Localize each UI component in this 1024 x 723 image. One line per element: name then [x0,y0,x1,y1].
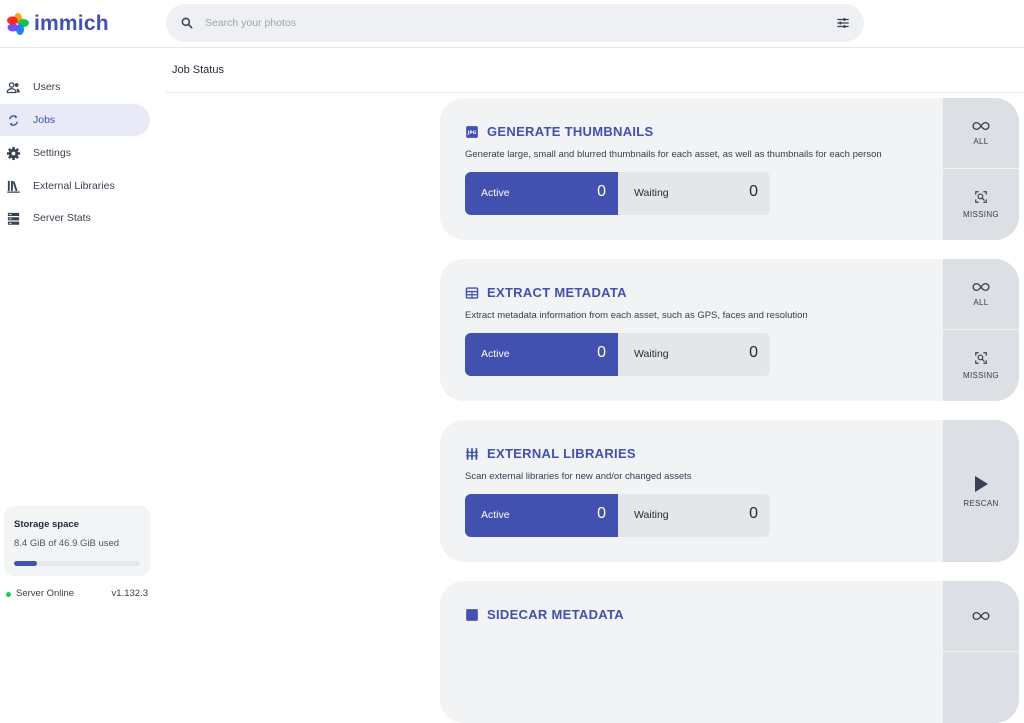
job-title-row: EXTERNAL LIBRARIES [465,446,636,461]
run-all-label: ALL [973,297,989,307]
search-input[interactable] [205,13,825,33]
run-all-label: ALL [973,136,989,146]
job-waiting-counter: Waiting 0 [618,333,770,376]
app-name: immich [34,12,109,35]
sidebar-item-label: Users [33,81,61,93]
job-actions: ALL MISSING [943,259,1019,401]
waiting-count: 0 [749,183,758,200]
gear-icon [6,146,21,161]
job-active-counter: Active 0 [465,333,618,376]
job-title-row: EXTRACT METADATA [465,285,627,300]
active-label: Active [481,509,510,521]
app-logo[interactable]: immich [6,9,109,39]
job-title-row: SIDECAR METADATA [465,607,624,622]
run-missing-label: MISSING [963,210,999,219]
job-card-generate-thumbnails: JPG GENERATE THUMBNAILS Generate large, … [440,98,1019,240]
missing-search-icon [975,191,987,203]
sidebar-item-external-libraries[interactable]: External Libraries [0,170,150,202]
job-title: SIDECAR METADATA [487,607,624,622]
missing-search-icon [975,352,987,364]
job-description: Generate large, small and blurred thumbn… [465,149,882,160]
users-icon [6,82,20,94]
active-count: 0 [597,183,606,200]
storage-bar [14,561,140,566]
active-label: Active [481,348,510,360]
search-bar[interactable] [166,4,864,42]
job-active-counter: Active 0 [465,172,618,215]
infinity-icon [972,121,990,130]
job-title: GENERATE THUMBNAILS [487,124,654,139]
storage-panel: Storage space 8.4 GiB of 46.9 GiB used [4,506,150,576]
waiting-label: Waiting [634,348,669,360]
file-icon [466,608,478,621]
job-description: Scan external libraries for new and/or c… [465,471,692,482]
sidebar-item-users[interactable]: Users [0,71,150,103]
run-all-button[interactable]: ALL [943,98,1019,169]
table-icon [465,286,479,299]
rescan-button[interactable]: RESCAN [943,420,1019,562]
run-missing-button[interactable]: MISSING [943,169,1019,240]
infinity-icon [972,611,990,621]
active-count: 0 [597,344,606,361]
active-count: 0 [597,505,606,522]
top-bar: immich [0,0,1024,48]
waiting-label: Waiting [634,509,669,521]
sidebar-item-label: External Libraries [33,180,115,192]
server-version[interactable]: v1.132.3 [112,588,148,599]
play-icon [975,475,988,492]
storage-bar-fill [14,561,37,566]
job-card-external-libraries: EXTERNAL LIBRARIES Scan external librari… [440,420,1019,562]
run-all-button[interactable]: ALL [943,259,1019,330]
active-label: Active [481,187,510,199]
job-card-extract-metadata: EXTRACT METADATA Extract metadata inform… [440,259,1019,401]
job-actions [943,581,1019,723]
server-status-text: Server Online [16,588,75,599]
job-title: EXTERNAL LIBRARIES [487,446,636,461]
job-description: Extract metadata information from each a… [465,310,808,321]
page-title: Job Status [172,64,224,76]
sidebar-item-settings[interactable]: Settings [0,137,150,169]
sync-icon [9,115,18,126]
sidebar-item-label: Jobs [33,114,56,126]
job-actions: ALL MISSING [943,98,1019,240]
run-missing-label: MISSING [963,371,999,380]
sidebar: Users Jobs Settings External Libraries S… [0,48,160,617]
waiting-count: 0 [749,505,758,522]
sidebar-item-server-stats[interactable]: Server Stats [0,202,150,234]
run-missing-button[interactable]: MISSING [943,330,1019,401]
sidebar-item-jobs[interactable]: Jobs [0,104,150,136]
waiting-count: 0 [749,344,758,361]
rescan-label: RESCAN [963,498,999,508]
library-icon [7,180,20,193]
job-card-sidecar-metadata: SIDECAR METADATA [440,581,1019,723]
sidebar-item-label: Settings [33,147,71,159]
waiting-label: Waiting [634,187,669,199]
svg-text:JPG: JPG [467,130,477,136]
infinity-icon [972,282,990,291]
job-waiting-counter: Waiting 0 [618,494,770,537]
search-icon[interactable] [180,16,194,30]
job-title: EXTRACT METADATA [487,285,627,300]
server-icon [7,212,20,225]
library-shelves-icon [466,447,478,460]
job-actions: RESCAN [943,420,1019,562]
page-header: Job Status [166,48,1024,93]
search-options-icon[interactable] [836,16,850,30]
storage-title: Storage space [14,519,79,530]
online-status-dot [6,592,11,597]
immich-logo-icon [7,13,29,35]
job-active-counter: Active 0 [465,494,618,537]
server-status: Server Online v1.132.3 [6,588,148,602]
storage-used-text: 8.4 GiB of 46.9 GiB used [14,538,120,549]
jpg-file-icon: JPG [466,125,478,138]
sidebar-item-label: Server Stats [33,212,91,224]
job-waiting-counter: Waiting 0 [618,172,770,215]
job-title-row: JPG GENERATE THUMBNAILS [465,124,654,139]
